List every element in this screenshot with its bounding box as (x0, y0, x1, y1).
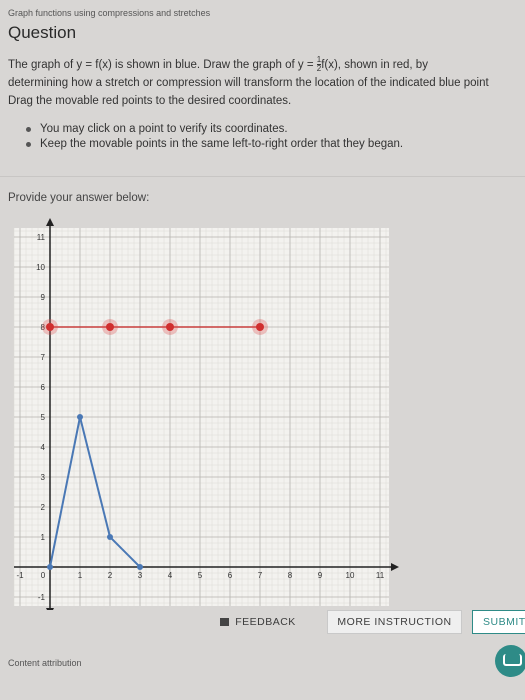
coordinate-graph[interactable]: -1 0 1 2 3 4 5 6 7 8 9 10 11-11234567891011 (0, 0, 525, 610)
movable-red-point[interactable] (46, 323, 54, 331)
x-tick-label: 6 (228, 571, 233, 580)
x-tick-label: 9 (318, 571, 323, 580)
x-tick-label: 2 (108, 571, 113, 580)
blue-point (107, 534, 113, 540)
y-tick-label: 7 (41, 353, 46, 362)
more-instruction-button[interactable]: MORE INSTRUCTION (327, 610, 462, 634)
x-tick-label: 10 (346, 571, 355, 580)
movable-red-point[interactable] (166, 323, 174, 331)
x-axis-arrow (391, 563, 399, 571)
blue-point (137, 564, 143, 570)
y-tick-label: 11 (37, 233, 46, 242)
x-tick-label: 7 (258, 571, 263, 580)
x-tick-label: 5 (198, 571, 203, 580)
y-axis-arrow (46, 608, 54, 610)
y-tick-label: 4 (41, 443, 46, 452)
x-tick-label: 4 (168, 571, 173, 580)
y-tick-label: 5 (41, 413, 46, 422)
y-tick-label: 1 (41, 533, 46, 542)
movable-red-point[interactable] (256, 323, 264, 331)
chat-button[interactable] (495, 645, 525, 677)
x-tick-label: 1 (78, 571, 83, 580)
blue-point (77, 414, 83, 420)
feedback-button[interactable]: FEEDBACK (208, 610, 308, 634)
blue-point (47, 564, 53, 570)
x-tick-label: -1 (16, 571, 24, 580)
x-tick-label: 0 (41, 571, 46, 580)
y-tick-label: -1 (38, 593, 46, 602)
chat-icon (503, 654, 522, 666)
movable-red-point[interactable] (106, 323, 114, 331)
y-tick-label: 10 (36, 263, 45, 272)
x-tick-label: 11 (376, 571, 385, 580)
y-tick-label: 9 (41, 293, 46, 302)
x-tick-label: 8 (288, 571, 293, 580)
y-tick-label: 2 (41, 503, 46, 512)
x-tick-label: 3 (138, 571, 143, 580)
y-axis-arrow (46, 218, 54, 226)
y-tick-label: 6 (41, 383, 46, 392)
submit-button[interactable]: SUBMIT (472, 610, 525, 634)
content-attribution-link[interactable]: Content attribution (8, 658, 82, 668)
feedback-icon (220, 618, 230, 626)
y-tick-label: 3 (41, 473, 46, 482)
